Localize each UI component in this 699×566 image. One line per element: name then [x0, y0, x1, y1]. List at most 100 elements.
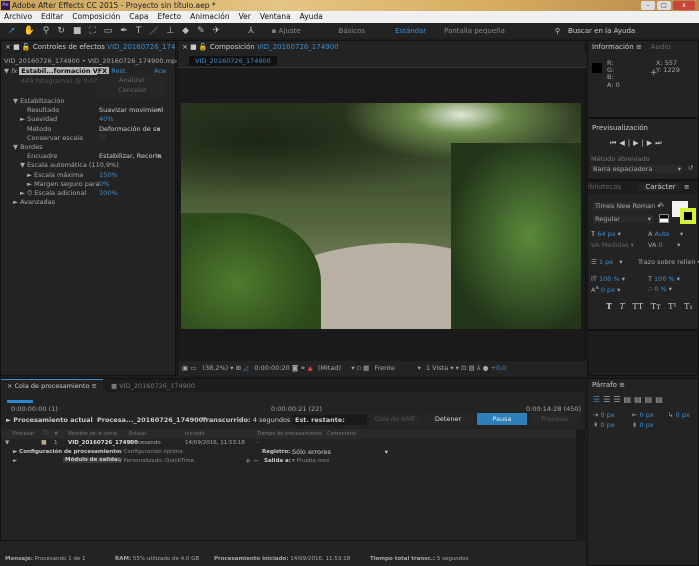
stroke-width-field[interactable]: ☰ 1 px ▾: [591, 258, 623, 266]
property-value[interactable]: 150%: [99, 171, 118, 179]
property-label[interactable]: Método: [27, 125, 51, 133]
menu-archivo[interactable]: Archivo: [4, 11, 32, 23]
roto-brush-icon[interactable]: ✎: [197, 26, 205, 36]
workspace-basicos[interactable]: Básicos: [339, 27, 365, 35]
render-button[interactable]: Procesar: [530, 413, 580, 425]
align-center-button[interactable]: ☰: [603, 395, 613, 404]
indent-right-field[interactable]: ⇤ 0 px: [632, 411, 654, 419]
menu-ventana[interactable]: Ventana: [260, 11, 291, 23]
search-icon[interactable]: ⚲: [555, 27, 560, 35]
property-label[interactable]: ► Suavidad: [20, 115, 57, 123]
type-icon[interactable]: T: [136, 26, 142, 36]
safe-zones-icon[interactable]: ⊞: [236, 364, 241, 372]
channel-icon[interactable]: ⚭: [300, 364, 305, 372]
property-value[interactable]: 40%: [99, 115, 113, 123]
zoom-dropdown[interactable]: (38,2%) ▾: [202, 364, 233, 372]
brush-icon[interactable]: ／: [149, 24, 158, 37]
render-settings[interactable]: ► Configuración de procesamiento:: [13, 449, 122, 455]
resolution-dropdown[interactable]: (Mitad) ▾: [318, 364, 355, 372]
snap-checkbox[interactable]: ▪ Ajuste: [272, 27, 301, 35]
log-dropdown[interactable]: Sólo errores ▾: [292, 448, 388, 456]
view-dropdown[interactable]: Frente ▾: [374, 364, 420, 372]
add-output-button[interactable]: + −: [245, 457, 259, 465]
property-label[interactable]: ► ⏱ Escala adicional: [20, 189, 86, 198]
property-label[interactable]: Resultado: [27, 106, 59, 114]
video-frame[interactable]: [181, 103, 581, 329]
minimize-button[interactable]: –: [641, 1, 655, 10]
superscript-button[interactable]: T¹: [668, 302, 677, 311]
menu-ver[interactable]: Ver: [239, 11, 251, 23]
workspace-estandar[interactable]: Estándar: [395, 27, 426, 35]
flowchart-icon[interactable]: ⅄: [477, 364, 481, 372]
col-label[interactable]: 🏷: [43, 430, 49, 436]
property-dropdown[interactable]: Deformación de su: [99, 125, 163, 133]
help-search[interactable]: Buscar en la Ayuda: [568, 27, 635, 35]
property-label[interactable]: ► Escala máxima: [27, 171, 83, 179]
axis-icon[interactable]: ⅄: [248, 26, 254, 36]
maximize-button[interactable]: □: [657, 1, 671, 10]
reset-shortcut-icon[interactable]: ↺: [688, 164, 693, 172]
property-label[interactable]: ▼ Bordes: [13, 143, 43, 151]
character-tab[interactable]: Carácter: [639, 183, 682, 191]
menu-ayuda[interactable]: Ayuda: [300, 11, 323, 23]
menu-efecto[interactable]: Efecto: [158, 11, 182, 23]
align-left-button[interactable]: ☰: [593, 395, 603, 404]
color-icon[interactable]: ▲: [308, 364, 313, 372]
shortcut-dropdown[interactable]: Barra espaciadora ▾: [591, 165, 683, 173]
last-frame-button[interactable]: ⏭: [655, 139, 664, 147]
eraser-icon[interactable]: ◆: [182, 26, 189, 36]
transparency-grid-icon[interactable]: ▦: [363, 364, 369, 372]
camera-snapshot-icon[interactable]: ◙: [292, 364, 298, 372]
property-label[interactable]: ▼ Estabilización: [13, 97, 65, 105]
justify-left-button[interactable]: ▤: [624, 395, 635, 404]
align-right-button[interactable]: ☰: [613, 395, 623, 404]
composition-tab[interactable]: VID_20160726_174900: [189, 56, 277, 66]
font-dropdown[interactable]: Times New Roman ▾: [593, 202, 661, 210]
tracking-field[interactable]: VA 0 ▾: [648, 241, 680, 249]
mask-icon[interactable]: ◿: [243, 364, 248, 372]
property-label[interactable]: ► Avanzadas: [13, 198, 55, 206]
pan-behind-icon[interactable]: ⛶: [89, 26, 95, 36]
property-checkbox[interactable]: [99, 133, 106, 141]
indent-first-field[interactable]: ↳ 0 px: [668, 411, 690, 419]
cancel-button[interactable]: Cancelar: [118, 86, 147, 94]
swap-colors-icon[interactable]: [659, 214, 669, 223]
chevron-down-icon[interactable]: ▾: [157, 152, 160, 160]
views-dropdown[interactable]: 1 Vista ▾: [426, 364, 454, 372]
property-value[interactable]: 0%: [99, 180, 109, 188]
current-time[interactable]: 0:00:00:20: [254, 364, 290, 372]
first-frame-button[interactable]: ⏮: [610, 139, 619, 147]
subscript-button[interactable]: T₁: [684, 302, 693, 311]
col-status[interactable]: Estado: [129, 431, 146, 437]
output-to-link[interactable]: ▾ Prueba.mov: [292, 458, 329, 464]
stroke-color-highlight[interactable]: [680, 208, 696, 224]
col-number[interactable]: #: [54, 431, 58, 437]
effect-name[interactable]: Estabil...formación VFX: [19, 67, 110, 75]
info-tab[interactable]: Información: [592, 43, 634, 51]
faux-italic-button[interactable]: T: [620, 302, 625, 311]
output-expand-icon[interactable]: ►: [13, 458, 17, 464]
composition-name[interactable]: VID_20160726_174900: [257, 43, 339, 51]
space-before-field[interactable]: ⇞ 0 px: [593, 421, 615, 429]
zoom-icon[interactable]: ⚲: [43, 26, 50, 36]
workspace-pantalla-pequena[interactable]: Pantalla pequeña: [444, 27, 505, 35]
property-label[interactable]: ▼ Escala automática (110,9%): [20, 161, 119, 169]
close-button[interactable]: x: [673, 1, 695, 10]
fast-preview-icon[interactable]: ⊡: [461, 364, 466, 372]
indent-left-field[interactable]: ⇥ 0 px: [593, 411, 615, 419]
effects-layer[interactable]: VID_20160726_1749: [107, 43, 175, 51]
snapshot-icon[interactable]: ▣: [182, 364, 188, 372]
previous-frame-button[interactable]: ◀|: [619, 139, 633, 147]
toggle-pixel-icon[interactable]: ▾: [456, 364, 459, 372]
property-label[interactable]: Encuadre: [27, 152, 58, 160]
pause-button[interactable]: Pausa: [477, 413, 527, 425]
render-checkbox[interactable]: ■: [41, 439, 47, 446]
chevron-down-icon[interactable]: ▾: [157, 106, 160, 114]
region-icon[interactable]: ▫: [357, 364, 361, 372]
property-dropdown[interactable]: Suavizar movimient: [99, 106, 163, 114]
timeline-icon[interactable]: ▤: [468, 364, 474, 372]
expand-icon[interactable]: ▼: [5, 440, 9, 446]
stroke-mode-dropdown[interactable]: Trazo sobre rellen ▾: [638, 258, 699, 266]
ame-queue-button[interactable]: Cola de AME: [370, 413, 420, 425]
comp-timeline-tab[interactable]: ■ VID_20160726_174900: [111, 382, 195, 390]
